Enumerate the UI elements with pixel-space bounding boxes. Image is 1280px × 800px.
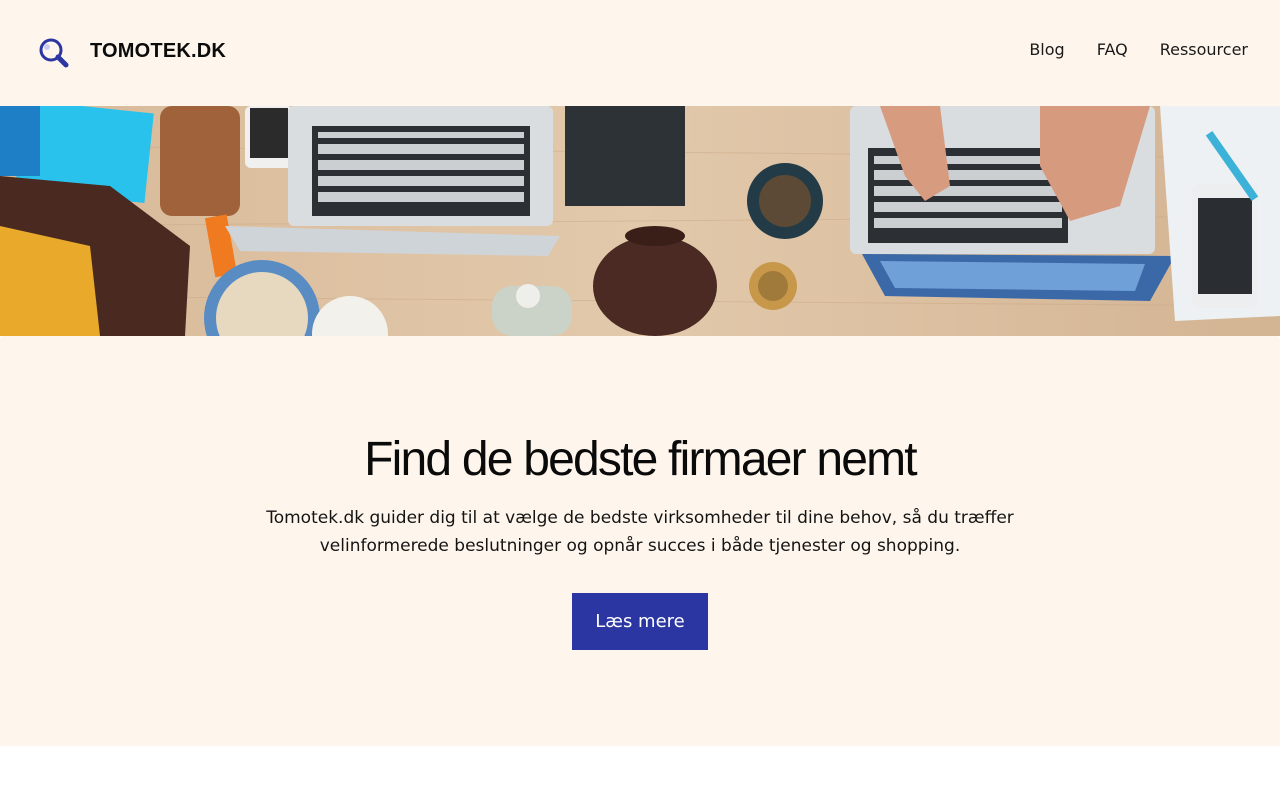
hero-description: Tomotek.dk guider dig til at vælge de be… — [266, 508, 1014, 556]
read-more-button[interactable]: Læs mere — [572, 593, 708, 650]
site-header: TOMOTEK.DK Blog FAQ Ressourcer — [0, 0, 1280, 106]
nav-link-faq[interactable]: FAQ — [1097, 40, 1128, 59]
magnifier-icon[interactable] — [36, 35, 72, 71]
brand-link[interactable]: TOMOTEK.DK — [90, 40, 226, 63]
hero-section: Find de bedste firmaer nemt Tomotek.dk g… — [0, 336, 1280, 746]
hero-title: Find de bedste firmaer nemt — [364, 433, 917, 486]
nav-link-ressourcer[interactable]: Ressourcer — [1160, 40, 1248, 59]
nav-link-blog[interactable]: Blog — [1029, 40, 1064, 59]
main-nav: Blog FAQ Ressourcer — [1029, 40, 1248, 59]
hero-image — [0, 106, 1280, 336]
